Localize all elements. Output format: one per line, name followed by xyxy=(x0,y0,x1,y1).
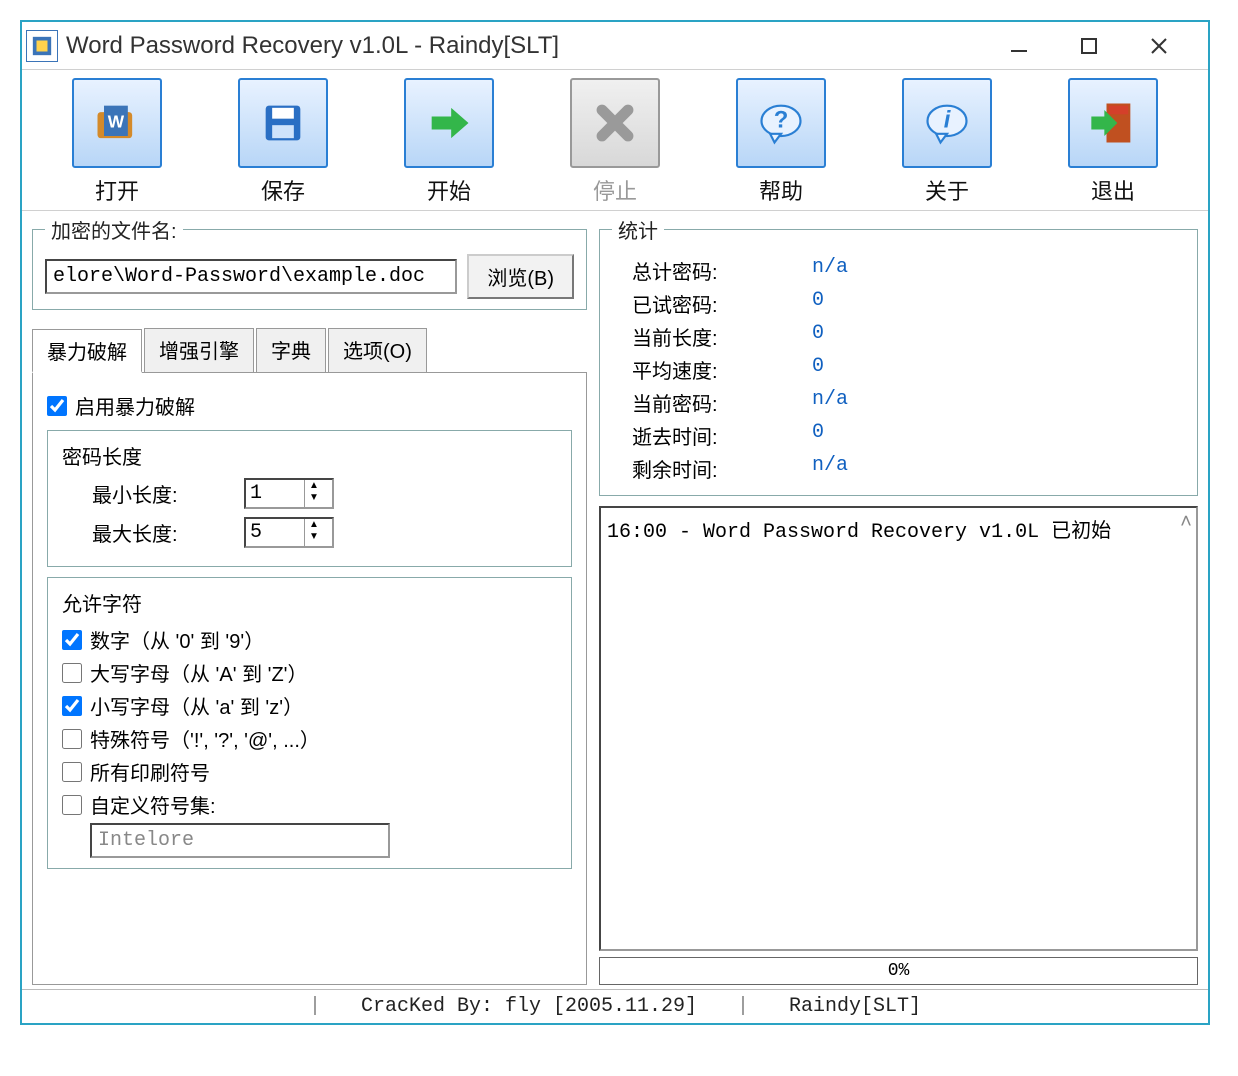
chk-custom-label: 自定义符号集: xyxy=(90,790,216,819)
chk-custom[interactable] xyxy=(62,795,82,815)
open-label: 打开 xyxy=(52,174,182,206)
stat-curlen-val: 0 xyxy=(812,322,824,351)
chk-digits-label: 数字（从 '0' 到 '9'） xyxy=(90,625,264,654)
stat-elapsed-label: 逝去时间: xyxy=(612,421,812,450)
chk-upper[interactable] xyxy=(62,663,82,683)
exit-label: 退出 xyxy=(1048,174,1178,206)
length-group-label: 密码长度 xyxy=(62,441,557,470)
stats-group-label: 统计 xyxy=(612,215,664,244)
scroll-up-icon[interactable]: ˄ xyxy=(1180,512,1192,535)
maximize-button[interactable] xyxy=(1074,31,1104,61)
max-length-spinner[interactable]: ▲▼ xyxy=(244,517,334,548)
stat-tried-val: 0 xyxy=(812,289,824,318)
window-title: Word Password Recovery v1.0L - Raindy[SL… xyxy=(66,32,1004,60)
help-button[interactable]: ? xyxy=(736,78,826,168)
close-button[interactable] xyxy=(1144,31,1174,61)
chk-print[interactable] xyxy=(62,762,82,782)
start-label: 开始 xyxy=(384,174,514,206)
chk-lower[interactable] xyxy=(62,696,82,716)
spin-down-icon[interactable]: ▼ xyxy=(305,492,323,504)
spin-up-icon[interactable]: ▲ xyxy=(305,480,323,492)
app-icon xyxy=(26,30,58,62)
chk-digits[interactable] xyxy=(62,630,82,650)
stat-total-label: 总计密码: xyxy=(612,256,812,285)
browse-button[interactable]: 浏览(B) xyxy=(467,254,574,299)
toolbar: W 打开 保存 开始 停止 ? 帮助 xyxy=(22,70,1208,211)
help-label: 帮助 xyxy=(716,174,846,206)
stat-curpwd-label: 当前密码: xyxy=(612,388,812,417)
min-length-label: 最小长度: xyxy=(92,479,232,508)
chars-group-label: 允许字符 xyxy=(62,588,557,617)
max-length-label: 最大长度: xyxy=(92,518,232,547)
chars-group: 允许字符 数字（从 '0' 到 '9'） 大写字母（从 'A' 到 'Z'） 小… xyxy=(47,577,572,869)
main-area: 加密的文件名: 浏览(B) 暴力破解 增强引擎 字典 选项(O) 启用暴力破解 xyxy=(22,211,1208,989)
title-bar: Word Password Recovery v1.0L - Raindy[SL… xyxy=(22,22,1208,70)
chk-upper-row[interactable]: 大写字母（从 'A' 到 'Z'） xyxy=(62,658,557,687)
progress-bar: 0% xyxy=(599,957,1198,985)
spin-down-icon[interactable]: ▼ xyxy=(305,531,323,543)
enable-brute-row[interactable]: 启用暴力破解 xyxy=(47,391,572,420)
custom-charset-input[interactable] xyxy=(90,823,390,858)
about-button[interactable]: i xyxy=(902,78,992,168)
spin-up-icon[interactable]: ▲ xyxy=(305,519,323,531)
stats-group: 统计 总计密码:n/a 已试密码:0 当前长度:0 平均速度:0 当前密码:n/… xyxy=(599,215,1198,496)
status-author: Raindy[SLT] xyxy=(789,995,921,1018)
status-cracked: CracKed By: fly [2005.11.29] xyxy=(361,995,697,1018)
chk-print-label: 所有印刷符号 xyxy=(90,757,210,786)
progress-text: 0% xyxy=(888,961,910,981)
min-length-input[interactable] xyxy=(246,480,304,507)
enable-brute-checkbox[interactable] xyxy=(47,396,67,416)
minimize-button[interactable] xyxy=(1004,31,1034,61)
stop-button xyxy=(570,78,660,168)
svg-text:W: W xyxy=(108,111,125,131)
file-group-label: 加密的文件名: xyxy=(45,215,183,244)
right-pane: 统计 总计密码:n/a 已试密码:0 当前长度:0 平均速度:0 当前密码:n/… xyxy=(599,215,1198,985)
file-path-input[interactable] xyxy=(45,259,457,294)
tab-strip: 暴力破解 增强引擎 字典 选项(O) xyxy=(32,328,587,373)
chk-lower-label: 小写字母（从 'a' 到 'z'） xyxy=(90,691,303,720)
stat-elapsed-val: 0 xyxy=(812,421,824,450)
stat-curlen-label: 当前长度: xyxy=(612,322,812,351)
tab-brute[interactable]: 暴力破解 xyxy=(32,329,142,373)
chk-special-label: 特殊符号（'!', '?', '@', ...） xyxy=(90,724,320,753)
start-button[interactable] xyxy=(404,78,494,168)
stop-label: 停止 xyxy=(550,174,680,206)
left-pane: 加密的文件名: 浏览(B) 暴力破解 增强引擎 字典 选项(O) 启用暴力破解 xyxy=(32,215,587,985)
app-window: Word Password Recovery v1.0L - Raindy[SL… xyxy=(20,20,1210,1025)
tab-dict[interactable]: 字典 xyxy=(256,328,326,372)
chk-special-row[interactable]: 特殊符号（'!', '?', '@', ...） xyxy=(62,724,557,753)
min-length-spinner[interactable]: ▲▼ xyxy=(244,478,334,509)
chk-upper-label: 大写字母（从 'A' 到 'Z'） xyxy=(90,658,308,687)
chk-print-row[interactable]: 所有印刷符号 xyxy=(62,757,557,786)
stat-remain-label: 剩余时间: xyxy=(612,454,812,483)
chk-special[interactable] xyxy=(62,729,82,749)
file-group: 加密的文件名: 浏览(B) xyxy=(32,215,587,310)
window-controls xyxy=(1004,31,1174,61)
stat-tried-label: 已试密码: xyxy=(612,289,812,318)
exit-button[interactable] xyxy=(1068,78,1158,168)
stat-remain-val: n/a xyxy=(812,454,848,483)
chk-lower-row[interactable]: 小写字母（从 'a' 到 'z'） xyxy=(62,691,557,720)
brute-panel: 启用暴力破解 密码长度 最小长度: ▲▼ 最大长度: xyxy=(32,373,587,985)
about-label: 关于 xyxy=(882,174,1012,206)
chk-custom-row[interactable]: 自定义符号集: xyxy=(62,790,557,819)
enable-brute-label: 启用暴力破解 xyxy=(75,391,195,420)
max-length-input[interactable] xyxy=(246,519,304,546)
open-button[interactable]: W xyxy=(72,78,162,168)
log-textarea[interactable]: 16:00 - Word Password Recovery v1.0L 已初始… xyxy=(599,506,1198,951)
stat-speed-val: 0 xyxy=(812,355,824,384)
save-button[interactable] xyxy=(238,78,328,168)
tab-engine[interactable]: 增强引擎 xyxy=(144,328,254,372)
svg-text:?: ? xyxy=(774,106,789,133)
stat-speed-label: 平均速度: xyxy=(612,355,812,384)
tab-options[interactable]: 选项(O) xyxy=(328,328,427,372)
stat-curpwd-val: n/a xyxy=(812,388,848,417)
length-group: 密码长度 最小长度: ▲▼ 最大长度: ▲▼ xyxy=(47,430,572,567)
save-label: 保存 xyxy=(218,174,348,206)
log-line: 16:00 - Word Password Recovery v1.0L 已初始 xyxy=(607,521,1111,544)
stat-total-val: n/a xyxy=(812,256,848,285)
chk-digits-row[interactable]: 数字（从 '0' 到 '9'） xyxy=(62,625,557,654)
status-bar: | CracKed By: fly [2005.11.29] | Raindy[… xyxy=(22,989,1208,1023)
